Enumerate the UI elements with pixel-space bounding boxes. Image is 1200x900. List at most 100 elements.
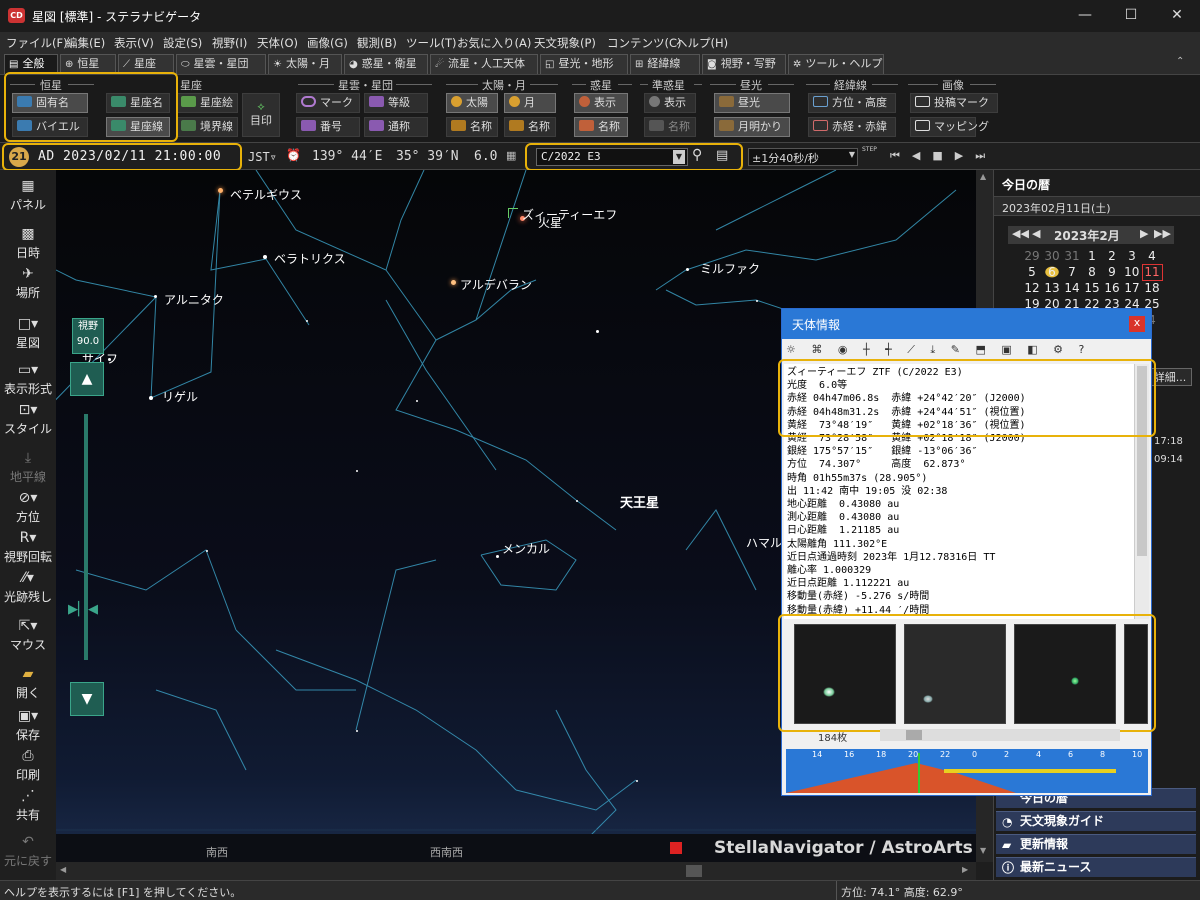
tab-constellations[interactable]: ⟋ 星座	[118, 54, 174, 74]
maximize-button[interactable]: ☐	[1108, 0, 1154, 32]
star-betelgeuse[interactable]	[218, 188, 223, 193]
calendar-day[interactable]: 2	[1102, 248, 1122, 264]
calendar-day[interactable]: 18	[1142, 280, 1162, 296]
moonlight-button[interactable]: 月明かり	[714, 117, 790, 137]
prev-month-icon[interactable]: ◀	[1032, 227, 1040, 240]
menu-file[interactable]: ファイル(F)	[6, 35, 68, 51]
next-month-icon[interactable]: ▶	[1140, 227, 1148, 240]
star-alnitak[interactable]	[154, 295, 157, 298]
planet-name-button[interactable]: 名称	[574, 117, 628, 137]
nebula-mag-button[interactable]: 等級	[364, 93, 428, 113]
menu-edit[interactable]: 編集(E)	[66, 35, 105, 51]
tab-fov[interactable]: ◙ 視野・写野	[702, 54, 786, 74]
calendar-day[interactable]: 3	[1122, 248, 1142, 264]
close-button[interactable]: ✕	[1154, 0, 1200, 32]
menu-tools[interactable]: ツール(T)	[406, 35, 457, 51]
tab-meteors[interactable]: ☄ 流星・人工天体	[430, 54, 538, 74]
dialog-title-bar[interactable]: 天体情報 x	[782, 309, 1151, 339]
open-button[interactable]: ▰ 開く	[0, 666, 56, 701]
tab-grid[interactable]: ⊞ 経緯線	[630, 54, 700, 74]
calendar-day[interactable]: 14	[1062, 280, 1082, 296]
calendar-day[interactable]: 1	[1082, 248, 1102, 264]
nebula-common-button[interactable]: 通称	[364, 117, 428, 137]
star-mirfak[interactable]	[686, 268, 689, 271]
datetime-button[interactable]: ▩ 日時	[0, 226, 56, 261]
calendar-day[interactable]: 5	[1022, 264, 1042, 280]
calendar-day[interactable]: 30	[1042, 248, 1062, 264]
post-mark-button[interactable]: 投稿マーク	[910, 93, 998, 113]
style-button[interactable]: ⊡▾ スタイル	[0, 402, 56, 437]
sun-name-button[interactable]: 名称	[446, 117, 498, 137]
calendar-day[interactable]: 11	[1141, 263, 1163, 281]
horizon-button[interactable]: ⤓ 地平線	[0, 450, 56, 485]
nebula-number-button[interactable]: 番号	[296, 117, 360, 137]
mark-button[interactable]: ⟡ 目印	[242, 93, 280, 137]
calendar-day[interactable]: 8	[1082, 264, 1102, 280]
button-updates[interactable]: ▰ 更新情報	[996, 834, 1196, 854]
print-button[interactable]: ⎙ 印刷	[0, 748, 56, 783]
zoom-in-button[interactable]: ▲	[70, 362, 104, 396]
menu-view[interactable]: 表示(V)	[114, 35, 154, 51]
altaz-grid-button[interactable]: 方位・高度	[808, 93, 896, 113]
calendar-day[interactable]: 9	[1102, 264, 1122, 280]
sun-button[interactable]: 太陽	[446, 93, 498, 113]
star-bellatrix[interactable]	[263, 255, 267, 259]
dwarf-show-button[interactable]: 表示	[644, 93, 696, 113]
star-menkar[interactable]	[496, 555, 499, 558]
calendar-day[interactable]: 4	[1142, 248, 1162, 264]
keyboard-icon[interactable]: ▦	[506, 149, 516, 162]
undo-button[interactable]: ↶ 元に戻す	[0, 834, 56, 869]
panel-button[interactable]: ▦ パネル	[0, 178, 56, 213]
menu-favorites[interactable]: お気に入り(A)	[457, 35, 531, 51]
display-format-button[interactable]: ▭▾ 表示形式	[0, 362, 56, 397]
tab-stars[interactable]: ⊕ 恒星	[60, 54, 116, 74]
longitude-display[interactable]: 139° 44′E	[312, 149, 382, 164]
calendar-day[interactable]: 15	[1082, 280, 1102, 296]
marker-icon[interactable]	[670, 842, 682, 854]
timezone-label[interactable]: JST▿	[248, 150, 277, 164]
tab-daylight[interactable]: ◱ 昼光・地形	[540, 54, 628, 74]
const-picture-button[interactable]: 星座絵	[176, 93, 238, 113]
minimize-button[interactable]: —	[1062, 0, 1108, 32]
playback-controls[interactable]: ⏮◀■▶⏭	[890, 149, 997, 163]
direction-button[interactable]: ⊘▾ 方位	[0, 490, 56, 525]
mapping-button[interactable]: マッピング	[910, 117, 989, 137]
zoom-slider-track[interactable]	[84, 414, 88, 660]
menu-observe[interactable]: 観測(B)	[357, 35, 397, 51]
menu-object[interactable]: 天体(O)	[257, 35, 298, 51]
mouse-button[interactable]: ⇱▾ マウス	[0, 618, 56, 653]
dropdown-arrow-icon[interactable]: ▼	[849, 150, 855, 159]
save-button[interactable]: ▣▾ 保存	[0, 708, 56, 743]
tab-tools[interactable]: ✲ ツール・ヘルプ	[788, 54, 884, 74]
menu-settings[interactable]: 設定(S)	[163, 35, 202, 51]
next-year-icon[interactable]: ▶▶	[1154, 227, 1171, 240]
menu-help[interactable]: ヘルプ(H)	[676, 35, 728, 51]
scroll-up-icon[interactable]: ▲	[980, 172, 986, 181]
trail-button[interactable]: ⁄⁄▾ 光跡残し	[0, 570, 56, 605]
share-button[interactable]: ⋰ 共有	[0, 788, 56, 823]
scroll-thumb[interactable]	[906, 730, 922, 740]
radec-grid-button[interactable]: 赤経・赤緯	[808, 117, 896, 137]
boundary-button[interactable]: 境界線	[176, 117, 238, 137]
menu-events[interactable]: 天文現象(P)	[534, 35, 596, 51]
calendar-day[interactable]: 7	[1062, 264, 1082, 280]
calendar-day[interactable]: 6	[1042, 264, 1062, 280]
photo-scrollbar[interactable]	[880, 729, 1120, 741]
daylight-button[interactable]: 昼光	[714, 93, 790, 113]
moon-name-button[interactable]: 名称	[504, 117, 556, 137]
moon-button[interactable]: 月	[504, 93, 556, 113]
tab-general[interactable]: ▤ 全般	[4, 54, 58, 74]
button-news[interactable]: ⓘ 最新ニュース	[996, 857, 1196, 877]
star-rigel[interactable]	[149, 396, 153, 400]
calendar-day[interactable]: 16	[1102, 280, 1122, 296]
collapse-ribbon-icon[interactable]: ⌃	[1176, 56, 1184, 67]
scroll-right-icon[interactable]: ▶	[962, 865, 968, 874]
latitude-display[interactable]: 35° 39′N	[396, 149, 459, 164]
horizontal-scrollbar[interactable]: ◀ ▶	[56, 862, 976, 880]
dwarf-name-button[interactable]: 名称	[644, 117, 696, 137]
menu-fov[interactable]: 視野(I)	[212, 35, 247, 51]
prev-year-icon[interactable]: ◀◀	[1012, 227, 1029, 240]
tab-nebulae[interactable]: ⬭ 星雲・星団	[176, 54, 266, 74]
calendar-day[interactable]: 29	[1022, 248, 1042, 264]
location-button[interactable]: ✈ 場所	[0, 266, 56, 301]
